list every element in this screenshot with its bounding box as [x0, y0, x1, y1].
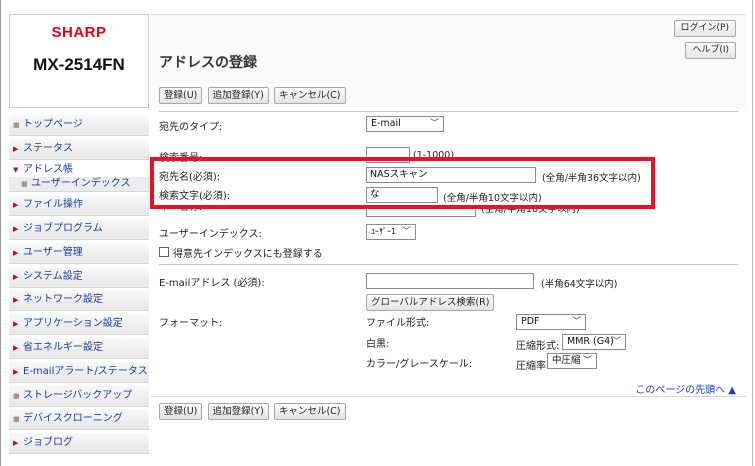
page-top-link[interactable]: このページの先頭へ ▲ [635, 381, 736, 396]
logo-panel: SHARP MX-2514FN [9, 14, 149, 108]
chevron-down-icon: ﹀ [401, 227, 411, 237]
square-bullet-icon: ■ [21, 180, 28, 189]
sidebar-item-label: システム設定 [23, 270, 83, 282]
email-input[interactable] [366, 273, 534, 289]
compression-rate-select[interactable]: 中圧縮 ﹀ [547, 353, 597, 369]
sidebar-item-status[interactable]: ▶ ステータス [9, 138, 149, 160]
model-name: MX-2514FN [33, 55, 125, 74]
compression-format-label: 圧縮形式: [516, 341, 560, 352]
file-type-label: ファイル形式: [366, 318, 430, 329]
sidebar-item-address-book[interactable]: ▼ アドレス帳 [9, 163, 149, 178]
add-register-button[interactable]: 追加登録(Y) [207, 87, 269, 104]
sidebar-item-user-index[interactable]: ■ ユーザーインデックス [9, 177, 149, 193]
user-index-select[interactable]: ﾕｰｻﾞｰ1 ﹀ [366, 224, 416, 240]
window-border-left [0, 0, 1, 466]
compression-format-value: MMR (G4) [567, 336, 614, 347]
sidebar-item-label: ジョブプログラム [23, 222, 103, 234]
compression-rate-label: 圧縮率: [516, 361, 550, 372]
sidebar-item-label: トップページ [23, 119, 83, 130]
favorite-label: 得意先インデックスにも登録する [173, 249, 323, 260]
divider [151, 396, 746, 397]
sidebar-item-top-page[interactable]: ■ トップページ [9, 115, 149, 136]
sidebar-item-label: デバイスクローニング [23, 413, 123, 425]
window-border-right [752, 0, 753, 466]
brand-logo: SHARP [51, 24, 107, 41]
sidebar-item-label: ステータス [23, 142, 73, 154]
register-button[interactable]: 登録(U) [159, 403, 203, 420]
favorite-checkbox[interactable] [159, 247, 169, 257]
square-bullet-icon: ■ [13, 415, 20, 424]
square-bullet-icon: ■ [13, 121, 20, 129]
compression-rate-value: 中圧縮 [552, 355, 581, 366]
sidebar-item-label: 省エネルギー設定 [23, 341, 103, 353]
cancel-button[interactable]: キャンセル(C) [273, 403, 346, 420]
add-register-button[interactable]: 追加登録(Y) [207, 403, 269, 420]
sidebar-item-storage-backup[interactable]: ■ ストレージバックアップ [9, 385, 149, 407]
dest-type-value: E-mail [371, 118, 401, 129]
divider [159, 111, 738, 112]
sidebar-item-label: ユーザー管理 [23, 246, 83, 258]
chevron-down-icon: ﹀ [571, 317, 581, 327]
sidebar-item-network-settings[interactable]: ▶ ネットワーク設定 [9, 290, 149, 312]
compression-format-select[interactable]: MMR (G4) ﹀ [562, 334, 626, 350]
sidebar-item-label: ファイル操作 [23, 199, 83, 211]
page-title: アドレスの登録 [159, 55, 257, 71]
email-label: E-mailアドレス (必須): [159, 278, 265, 289]
file-type-value: PDF [521, 316, 540, 327]
sidebar-item-label: E-mailアラート/ステータス [23, 365, 148, 377]
file-type-select[interactable]: PDF ﹀ [516, 314, 586, 330]
triangle-right-icon: ▶ [13, 201, 19, 210]
dest-type-select[interactable]: E-mail ﹀ [366, 116, 444, 132]
sidebar-item-label: アドレス帳 [23, 163, 73, 175]
sidebar-nav: ■ トップページ ▶ ステータス ▼ アドレス帳 ■ ユーザーインデックス ▶ ファイル操… [9, 115, 149, 457]
triangle-right-icon: ▶ [13, 367, 19, 376]
action-bar-bottom: 登録(U) 追加登録(Y) キャンセル(C) [159, 403, 348, 420]
sidebar-item-label: ストレージバックアップ [23, 389, 133, 401]
triangle-right-icon: ▶ [13, 320, 19, 329]
dest-type-label: 宛先のタイプ: [159, 122, 223, 133]
chevron-down-icon: ﹀ [582, 356, 592, 366]
highlight-box [150, 157, 655, 209]
register-button[interactable]: 登録(U) [159, 87, 203, 104]
triangle-right-icon: ▶ [13, 224, 19, 233]
sidebar-item-energy-settings[interactable]: ▶ 省エネルギー設定 [9, 337, 149, 359]
sidebar-item-label: ユーザーインデックス [31, 178, 131, 190]
square-bullet-icon: ■ [13, 391, 20, 400]
triangle-right-icon: ▶ [13, 272, 19, 281]
triangle-down-icon: ▼ [13, 165, 19, 174]
triangle-right-icon: ▶ [13, 439, 19, 448]
address-form: 宛先のタイプ: E-mail ﹀ 検索番号: (1-1000) 宛先名(必須): … [151, 111, 746, 404]
action-bar-top: 登録(U) 追加登録(Y) キャンセル(C) [159, 87, 348, 104]
triangle-right-icon: ▶ [13, 144, 19, 153]
sidebar-item-label: アプリケーション設定 [23, 318, 123, 330]
bw-label: 白黒: [366, 339, 390, 350]
sidebar-item-label: ネットワーク設定 [23, 294, 103, 306]
help-button[interactable]: ヘルプ(I) [685, 42, 736, 59]
login-button[interactable]: ログイン(P) [673, 20, 736, 37]
sidebar-item-app-settings[interactable]: ▶ アプリケーション設定 [9, 314, 149, 336]
sidebar-item-job-log[interactable]: ▶ ジョブログ [9, 433, 149, 455]
triangle-right-icon: ▶ [13, 296, 19, 305]
user-index-value: ﾕｰｻﾞｰ1 [371, 227, 397, 236]
color-label: カラー/グレースケール: [366, 359, 473, 370]
global-address-search-button[interactable]: グローバルアドレス検索(R) [366, 294, 495, 311]
triangle-right-icon: ▶ [13, 343, 19, 352]
divider [159, 264, 738, 265]
sidebar-item-job-program[interactable]: ▶ ジョブプログラム [9, 218, 149, 240]
triangle-right-icon: ▶ [13, 248, 19, 257]
email-hint: (半角64文字以内) [541, 279, 618, 290]
sidebar-item-system-settings[interactable]: ▶ システム設定 [9, 266, 149, 288]
sidebar-item-device-cloning[interactable]: ■ デバイスクローニング [9, 409, 149, 431]
chevron-down-icon: ﹀ [429, 119, 439, 129]
sidebar-item-label: ジョブログ [23, 437, 73, 449]
sidebar-item-user-mgmt[interactable]: ▶ ユーザー管理 [9, 242, 149, 264]
chevron-down-icon: ﹀ [611, 337, 621, 347]
cancel-button[interactable]: キャンセル(C) [273, 87, 346, 104]
user-index-label: ユーザーインデックス: [159, 229, 262, 240]
format-label: フォーマット: [159, 318, 223, 329]
sidebar-item-email-alert[interactable]: ▶ E-mailアラート/ステータス [9, 361, 149, 383]
sidebar-item-file-ops[interactable]: ▶ ファイル操作 [9, 195, 149, 217]
